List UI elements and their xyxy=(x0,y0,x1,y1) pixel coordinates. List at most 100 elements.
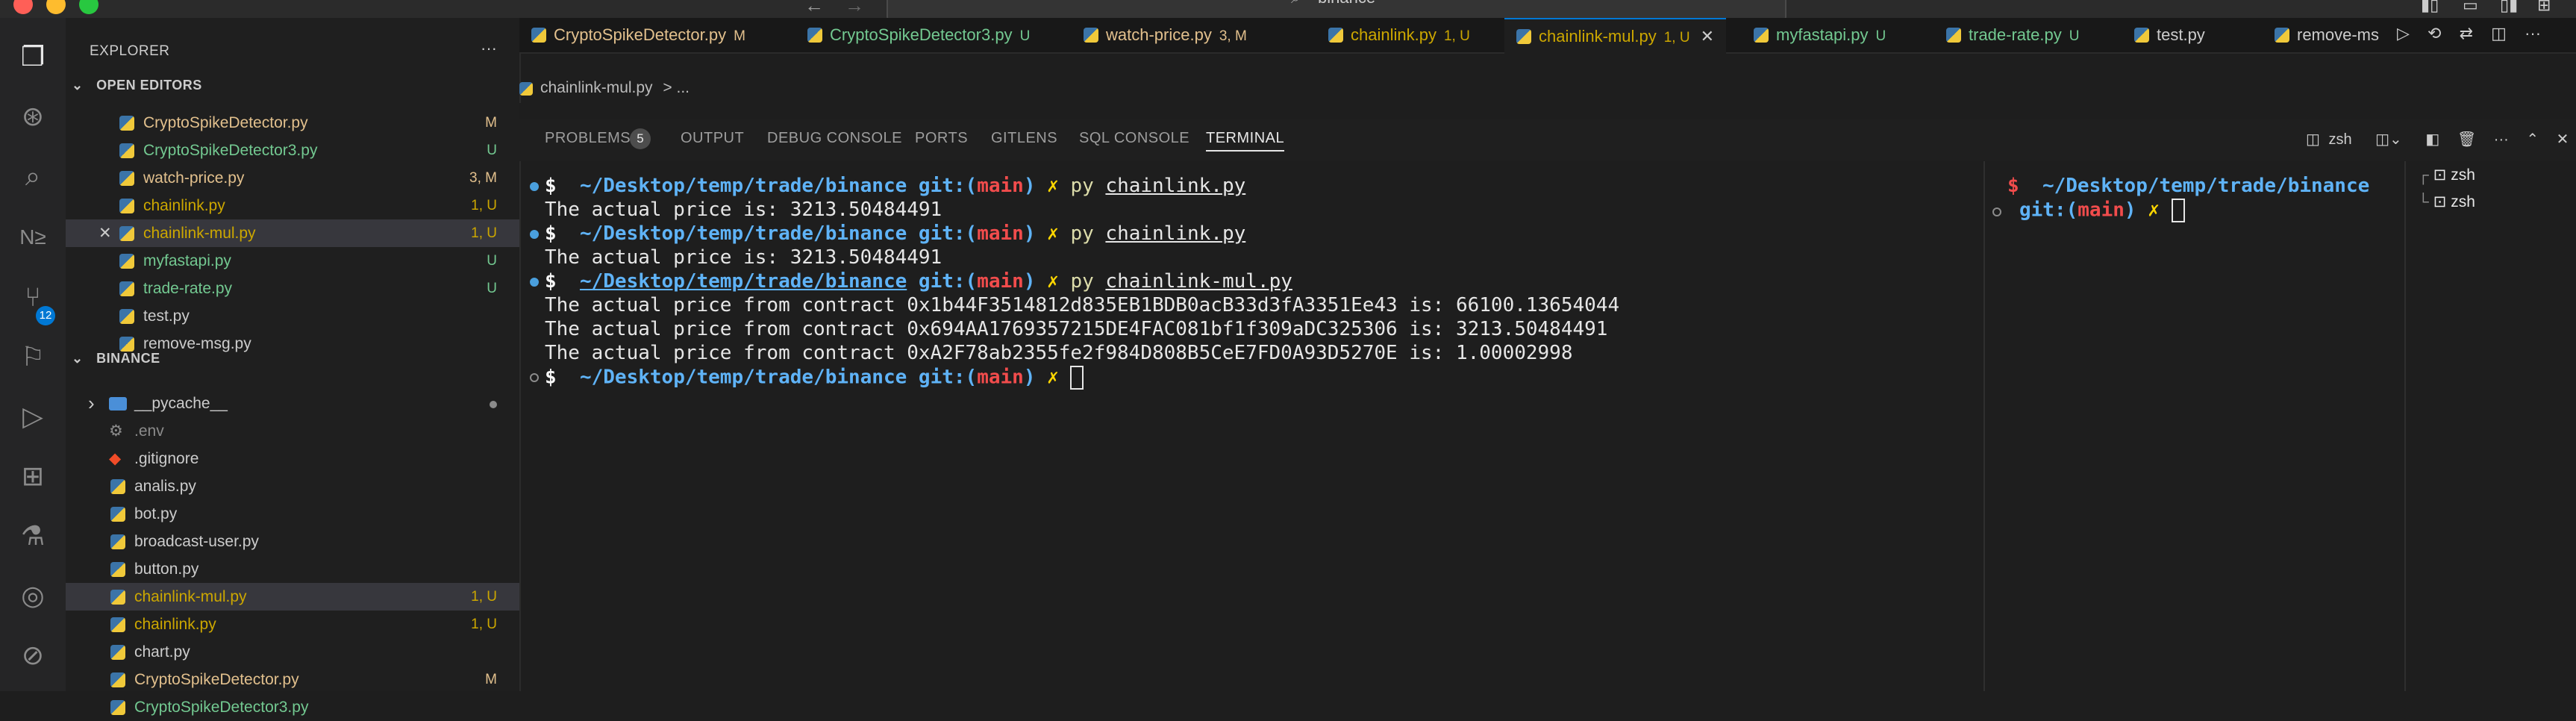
editor-tab[interactable]: chainlink-mul.py 1, U ✕ xyxy=(1504,18,1727,54)
tab-label: chainlink-mul.py xyxy=(1539,27,1657,46)
explorer-sidebar: EXPLORER ··· ⌄ OPEN EDITORS CryptoSpikeD… xyxy=(66,18,521,716)
editor-tab[interactable]: test.py xyxy=(2122,18,2225,52)
close-icon[interactable]: ✕ xyxy=(99,219,112,247)
python-file-icon xyxy=(110,479,125,494)
open-editor-item[interactable]: watch-price.py 3, M xyxy=(66,164,519,192)
file-name: chainlink-mul.py xyxy=(143,225,256,242)
maximize-panel-icon[interactable]: ⌃ xyxy=(2526,131,2539,148)
tab-ports[interactable]: PORTS xyxy=(915,130,968,147)
more-actions-icon[interactable]: ··· xyxy=(2525,24,2541,43)
file-tree-item[interactable]: CryptoSpikeDetector.py M xyxy=(66,666,519,693)
timeline-icon[interactable]: ⊘ xyxy=(16,639,49,672)
settings-file-icon: ⚙ xyxy=(109,422,123,440)
breadcrumb-rest[interactable]: > ... xyxy=(663,79,690,96)
search-icon: ⌕ xyxy=(1291,0,1300,7)
tab-problems[interactable]: PROBLEMS xyxy=(545,130,631,147)
maximize-window-button[interactable] xyxy=(79,0,99,14)
tab-gitlens[interactable]: GITLENS xyxy=(991,130,1057,147)
open-editor-item[interactable]: test.py xyxy=(66,302,519,330)
run-debug-icon[interactable]: ▷ xyxy=(16,400,49,433)
terminal-list-item[interactable]: └ ⊡ zsh xyxy=(2418,193,2475,211)
file-tree-item[interactable]: › __pycache__ xyxy=(66,390,519,417)
file-name: CryptoSpikeDetector.py xyxy=(143,114,308,131)
minimize-window-button[interactable] xyxy=(46,0,66,14)
tab-status-badge: 3, M xyxy=(1219,28,1247,44)
open-editor-item[interactable]: myfastapi.py U xyxy=(66,247,519,275)
python-file-icon xyxy=(110,534,125,549)
search-text: binance xyxy=(1318,0,1375,7)
file-tree-item[interactable]: chainlink.py 1, U xyxy=(66,611,519,638)
python-file-icon xyxy=(531,28,546,43)
folder-header[interactable]: ⌄ BINANCE xyxy=(72,351,160,366)
editor-tab[interactable]: remove-ms xyxy=(2263,18,2398,52)
layout-toggle-icon[interactable]: ▮▯ xyxy=(2421,0,2439,15)
compare-icon[interactable]: ⇄ xyxy=(2460,24,2473,43)
run-icon[interactable]: ▷ xyxy=(2397,24,2410,43)
file-tree-item[interactable]: broadcast-user.py xyxy=(66,528,519,555)
remote-explorer-icon[interactable]: ⊛ xyxy=(16,100,49,133)
close-panel-icon[interactable]: ✕ xyxy=(2557,131,2569,148)
split-editor-icon[interactable]: ◫ xyxy=(2491,24,2507,43)
breadcrumb: chainlink-mul.py > ... xyxy=(519,73,690,103)
editor-tab[interactable]: CryptoSpikeDetector3.py U xyxy=(795,18,1042,52)
breadcrumb-file[interactable]: chainlink-mul.py xyxy=(540,79,653,96)
shell-label[interactable]: zsh xyxy=(2328,131,2351,148)
open-editor-item[interactable]: chainlink.py 1, U xyxy=(66,192,519,219)
file-tree-item[interactable]: chart.py xyxy=(66,638,519,666)
sidebar-toggle-icon[interactable]: ▯▮ xyxy=(2500,0,2518,15)
editor-tab[interactable]: myfastapi.py U xyxy=(1742,18,1898,52)
editor-tab[interactable]: chainlink.py 1, U xyxy=(1316,18,1482,52)
python-file-icon xyxy=(110,507,125,522)
open-editor-item[interactable]: CryptoSpikeDetector3.py U xyxy=(66,137,519,164)
panel-toggle-icon[interactable]: ▭ xyxy=(2463,0,2478,15)
tab-status-badge: U xyxy=(1019,28,1031,44)
history-icon[interactable]: ⟲ xyxy=(2427,24,2441,43)
python-file-icon xyxy=(110,700,125,715)
output-line: The actual price from contract 0xA2F78ab… xyxy=(545,342,1573,364)
customize-layout-icon[interactable]: ⊞ xyxy=(2537,0,2551,15)
cursor xyxy=(2171,199,2185,222)
close-icon[interactable]: ✕ xyxy=(1701,27,1714,46)
close-window-button[interactable] xyxy=(13,0,33,14)
open-editor-item[interactable]: ✕ chainlink-mul.py 1, U xyxy=(66,219,519,247)
bookmark-icon[interactable]: ⚐ xyxy=(16,340,49,373)
file-tree-item[interactable]: ⚙ .env xyxy=(66,417,519,445)
search-icon[interactable]: ⌕ xyxy=(16,160,49,193)
tab-debug-console[interactable]: DEBUG CONSOLE xyxy=(767,130,902,147)
open-editor-item[interactable]: CryptoSpikeDetector.py M xyxy=(66,109,519,137)
editor-tab[interactable]: watch-price.py 3, M xyxy=(1072,18,1259,52)
explorer-icon[interactable]: ❐ xyxy=(16,40,49,73)
forward-arrow-icon[interactable]: → xyxy=(845,0,864,17)
extensions-icon[interactable]: ⊞ xyxy=(16,460,49,493)
open-editors-header[interactable]: ⌄ OPEN EDITORS xyxy=(72,78,202,93)
tab-label: CryptoSpikeDetector.py xyxy=(554,25,727,44)
testing-icon[interactable]: ⚗ xyxy=(16,519,49,552)
file-name: __pycache__ xyxy=(134,395,228,412)
n8n-icon[interactable]: N≥ xyxy=(16,221,49,254)
gitlens-icon[interactable]: ◎ xyxy=(16,579,49,612)
chevron-right-icon: › xyxy=(88,392,95,414)
trash-icon[interactable]: 🗑 xyxy=(2457,131,2476,148)
layout-icon[interactable]: ◧ xyxy=(2425,131,2439,148)
tab-output[interactable]: OUTPUT xyxy=(681,130,744,147)
editor-tab[interactable]: trade-rate.py U xyxy=(1934,18,2091,52)
terminal-list-item[interactable]: ┌ ⊡ zsh xyxy=(2418,166,2475,184)
open-editor-item[interactable]: trade-rate.py U xyxy=(66,275,519,302)
tab-terminal[interactable]: TERMINAL xyxy=(1206,130,1285,152)
more-actions-icon[interactable]: ··· xyxy=(481,39,497,58)
file-tree-item[interactable]: chainlink-mul.py 1, U xyxy=(66,583,519,611)
file-tree-item[interactable]: analis.py xyxy=(66,472,519,500)
file-tree-item[interactable]: bot.py xyxy=(66,500,519,528)
more-actions-icon[interactable]: ··· xyxy=(2494,131,2509,148)
output-line: The actual price is: 3213.50484491 xyxy=(545,199,942,221)
editor-tab[interactable]: CryptoSpikeDetector.py M xyxy=(519,18,757,52)
file-tree-item[interactable]: button.py xyxy=(66,555,519,583)
python-file-icon xyxy=(1328,28,1343,43)
file-tree-item[interactable]: CryptoSpikeDetector3.py xyxy=(66,693,519,721)
split-terminal-icon[interactable]: ◫⌄ xyxy=(2375,131,2402,148)
tab-status-badge: 1, U xyxy=(1663,30,1690,46)
file-tree-item[interactable]: ◆ .gitignore xyxy=(66,445,519,472)
tab-sql-console[interactable]: SQL CONSOLE xyxy=(1079,130,1189,147)
back-arrow-icon[interactable]: ← xyxy=(804,0,824,17)
terminal-split-divider[interactable] xyxy=(1983,161,1985,691)
